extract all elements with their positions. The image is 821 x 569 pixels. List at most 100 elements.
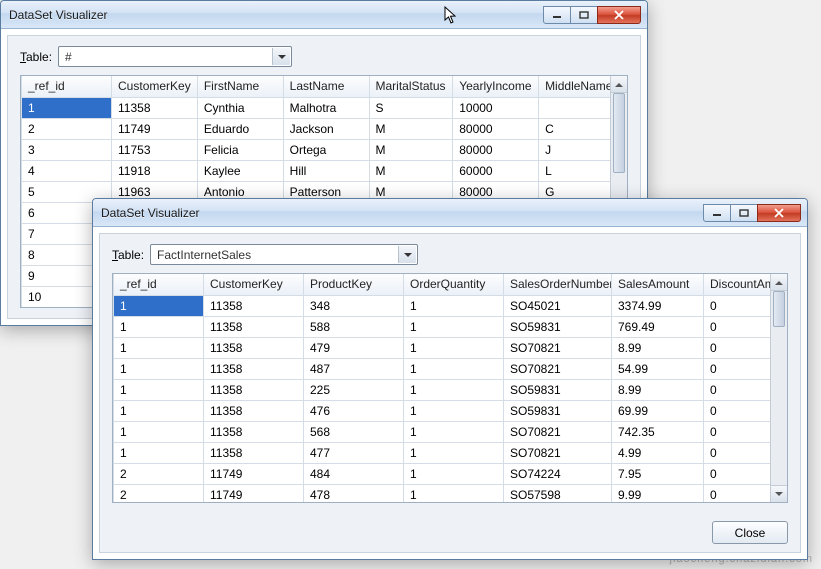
maximize-button[interactable] [730,204,758,222]
column-header[interactable]: OrderQuantity [404,274,504,295]
column-header[interactable]: CustomerKey [204,274,304,295]
table-row[interactable]: 311753FeliciaOrtegaM80000J [22,139,627,160]
column-header[interactable]: ProductKey [304,274,404,295]
table-cell[interactable]: SO59831 [504,379,612,400]
table-cell[interactable]: 348 [304,295,404,316]
table-cell[interactable]: 1 [114,316,204,337]
table-cell[interactable]: 1 [114,337,204,358]
table-cell[interactable]: 568 [304,421,404,442]
table-row[interactable]: 1113583481SO450213374.990 [114,295,788,316]
table-cell[interactable]: SO70821 [504,337,612,358]
table-cell[interactable]: 11918 [112,160,198,181]
table-row[interactable]: 1113585881SO59831769.490 [114,316,788,337]
table-cell[interactable]: SO57598 [504,484,612,502]
table-cell[interactable]: 80000 [453,118,539,139]
table-cell[interactable]: 1 [404,442,504,463]
table-cell[interactable]: 69.99 [612,400,704,421]
table-cell[interactable]: 11749 [204,484,304,502]
column-header[interactable]: _ref_id [22,76,112,97]
table-cell[interactable]: Eduardo [197,118,283,139]
scroll-down-icon[interactable] [771,485,787,502]
table-cell[interactable]: 10000 [453,97,539,118]
table-row[interactable]: 1113585681SO70821742.350 [114,421,788,442]
table-cell[interactable]: 1 [404,295,504,316]
table-cell[interactable]: M [369,139,453,160]
table-cell[interactable]: 484 [304,463,404,484]
table-cell[interactable]: 1 [22,97,112,118]
table-cell[interactable]: 1 [404,484,504,502]
table-cell[interactable]: M [369,118,453,139]
table-cell[interactable]: 11358 [204,400,304,421]
table-cell[interactable]: 4 [22,160,112,181]
table-row[interactable]: 411918KayleeHillM60000L [22,160,627,181]
table-row[interactable]: 1113582251SO598318.990 [114,379,788,400]
table-cell[interactable]: 1 [404,316,504,337]
table-row[interactable]: 1113584871SO7082154.990 [114,358,788,379]
table-cell[interactable]: 1 [404,337,504,358]
table-cell[interactable]: Ortega [283,139,369,160]
table-cell[interactable]: 1 [404,379,504,400]
table-cell[interactable]: 2 [22,118,112,139]
titlebar[interactable]: DataSet Visualizer [1,1,647,29]
column-header[interactable]: FirstName [197,76,283,97]
table-cell[interactable]: Hill [283,160,369,181]
table-row[interactable]: 2117494781SO575989.990 [114,484,788,502]
table-cell[interactable]: SO70821 [504,358,612,379]
minimize-button[interactable] [543,6,571,24]
table-cell[interactable]: 477 [304,442,404,463]
table-row[interactable]: 1113584761SO5983169.990 [114,400,788,421]
table-cell[interactable]: 3374.99 [612,295,704,316]
table-cell[interactable]: SO59831 [504,316,612,337]
table-cell[interactable]: 588 [304,316,404,337]
table-cell[interactable]: 1 [404,358,504,379]
table-cell[interactable]: 7.95 [612,463,704,484]
column-header[interactable]: SalesOrderNumber [504,274,612,295]
table-cell[interactable]: S [369,97,453,118]
table-cell[interactable]: 1 [404,463,504,484]
table-row[interactable]: 2117494841SO742247.950 [114,463,788,484]
scroll-thumb[interactable] [613,93,625,173]
table-cell[interactable]: 9.99 [612,484,704,502]
table-cell[interactable]: SO70821 [504,442,612,463]
table-cell[interactable]: 11749 [204,463,304,484]
vertical-scrollbar[interactable] [770,274,787,502]
table-cell[interactable]: 478 [304,484,404,502]
column-header[interactable]: SalesAmount [612,274,704,295]
table-row[interactable]: 211749EduardoJacksonM80000C [22,118,627,139]
close-dialog-button[interactable]: Close [712,521,788,544]
table-cell[interactable]: 11749 [112,118,198,139]
table-cell[interactable]: 2 [114,463,204,484]
column-header[interactable]: _ref_id [114,274,204,295]
table-combo[interactable]: # [58,46,292,67]
table-cell[interactable]: 11358 [204,358,304,379]
table-cell[interactable]: 1 [114,379,204,400]
table-cell[interactable]: 1 [114,421,204,442]
table-cell[interactable]: 1 [114,295,204,316]
table-row[interactable]: 1113584771SO708214.990 [114,442,788,463]
table-cell[interactable]: 11358 [204,295,304,316]
table-cell[interactable]: Jackson [283,118,369,139]
table-cell[interactable]: 11358 [112,97,198,118]
table-cell[interactable]: 2 [114,484,204,502]
table-cell[interactable]: 11358 [204,442,304,463]
table-cell[interactable]: Felicia [197,139,283,160]
table-cell[interactable]: 54.99 [612,358,704,379]
column-header[interactable]: CustomerKey [112,76,198,97]
table-cell[interactable]: 11358 [204,316,304,337]
table-cell[interactable]: 225 [304,379,404,400]
table-cell[interactable]: 80000 [453,139,539,160]
table-cell[interactable]: 4.99 [612,442,704,463]
table-cell[interactable]: Malhotra [283,97,369,118]
column-header[interactable]: LastName [283,76,369,97]
table-cell[interactable]: 11753 [112,139,198,160]
table-cell[interactable]: SO45021 [504,295,612,316]
table-cell[interactable]: SO70821 [504,421,612,442]
table-row[interactable]: 111358CynthiaMalhotraS10000 [22,97,627,118]
column-header[interactable]: MaritalStatus [369,76,453,97]
table-cell[interactable]: 1 [404,400,504,421]
table-cell[interactable]: SO74224 [504,463,612,484]
table-cell[interactable]: 11358 [204,421,304,442]
table-cell[interactable]: 60000 [453,160,539,181]
close-button[interactable] [597,6,641,24]
table-cell[interactable]: M [369,160,453,181]
